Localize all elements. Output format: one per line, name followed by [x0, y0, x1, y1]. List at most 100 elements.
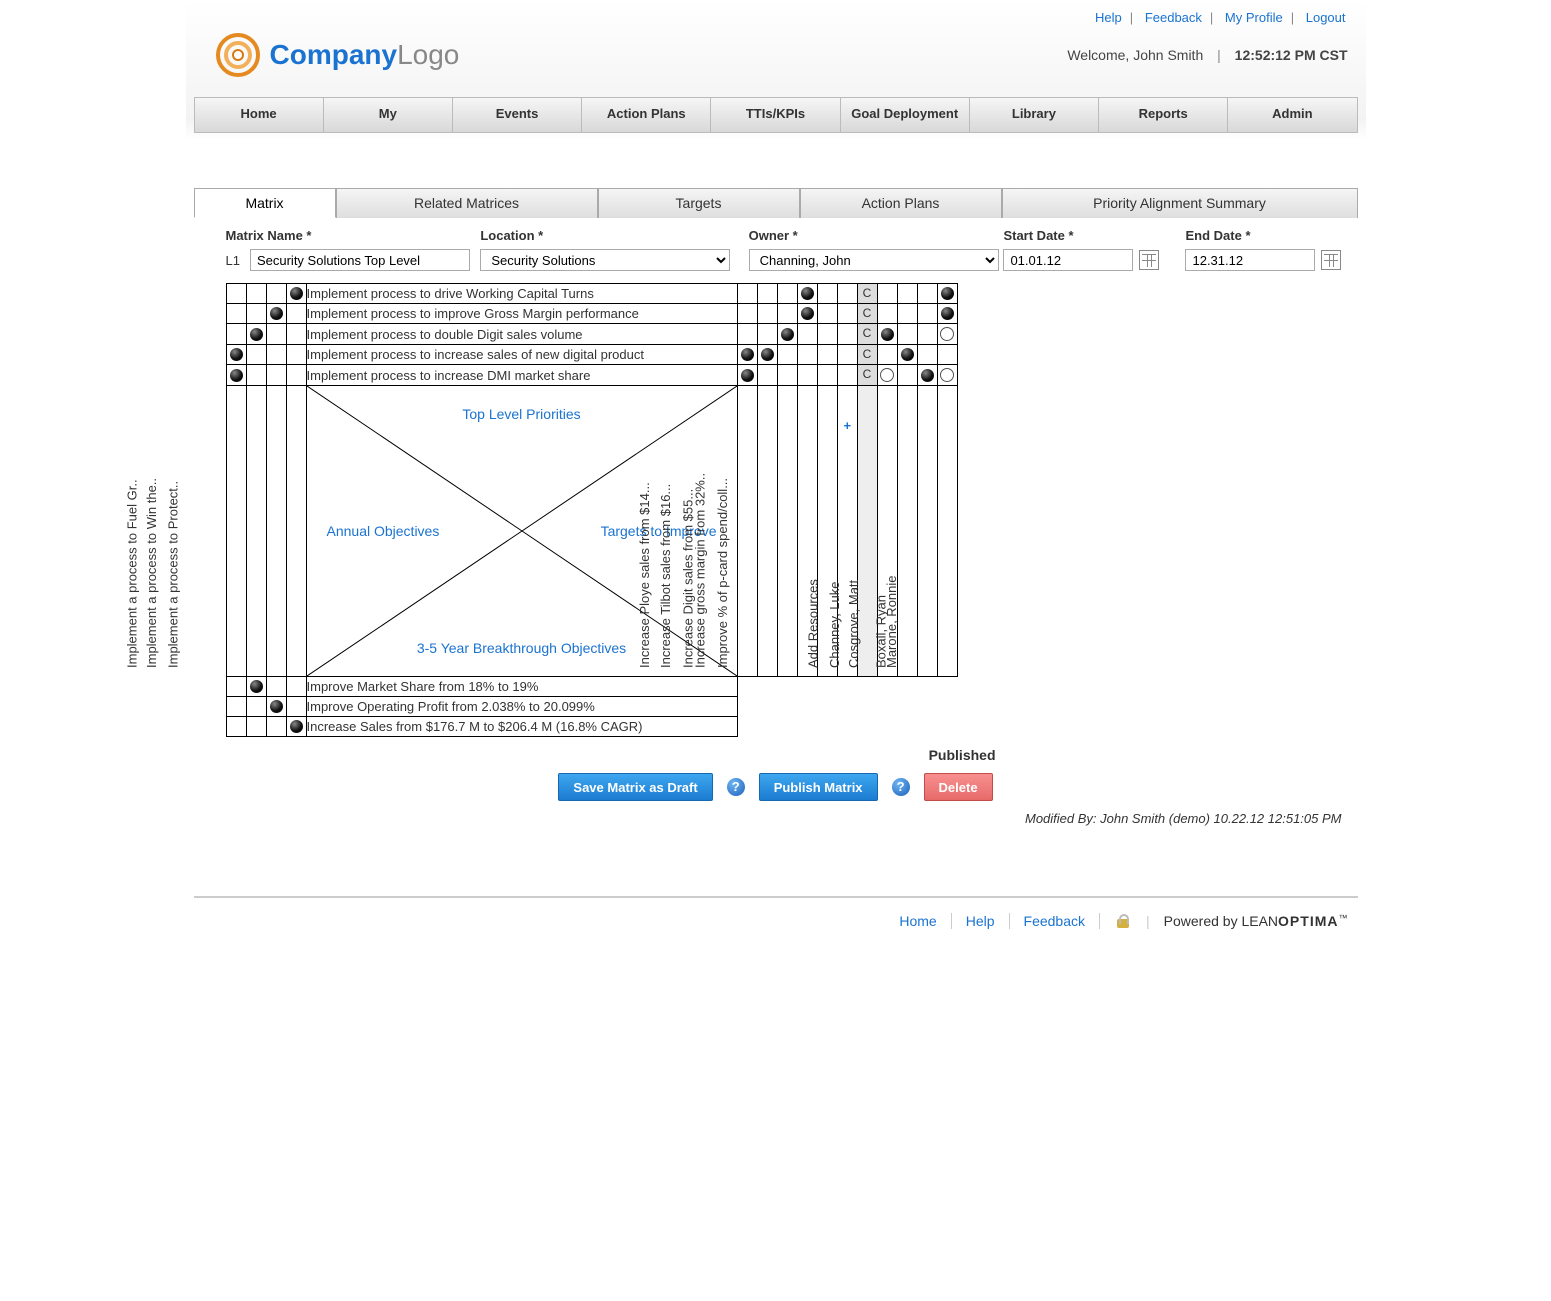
correlation-dot[interactable]	[801, 307, 814, 320]
left-process[interactable]: Implement a process to Protect..	[165, 481, 180, 672]
correlation-dot[interactable]	[290, 720, 303, 733]
nav-ttis-kpis[interactable]: TTIs/KPIs	[711, 98, 840, 132]
save-draft-button[interactable]: Save Matrix as Draft	[558, 773, 712, 801]
nav-my[interactable]: My	[324, 98, 453, 132]
logo-text-2: Logo	[397, 39, 459, 70]
start-date-input[interactable]	[1003, 249, 1133, 271]
publish-button[interactable]: Publish Matrix	[759, 773, 878, 801]
target-column[interactable]: Increase Tilbot sales from $16...	[658, 484, 673, 672]
correlation-dot[interactable]	[781, 328, 794, 341]
help-icon[interactable]: ?	[892, 778, 910, 796]
level-indicator: L1	[226, 253, 240, 268]
center-top: Top Level Priorities	[462, 406, 580, 422]
footer-home[interactable]: Home	[899, 913, 951, 929]
footer-help[interactable]: Help	[966, 913, 1010, 929]
left-process[interactable]: Implement a process to Win the..	[144, 478, 159, 672]
main-nav: Home My Events Action Plans TTIs/KPIs Go…	[194, 97, 1358, 133]
priority-row-text[interactable]: Implement process to drive Working Capit…	[307, 286, 594, 301]
nav-events[interactable]: Events	[453, 98, 582, 132]
correlation-dot[interactable]	[270, 700, 283, 713]
center-left: Annual Objectives	[327, 523, 440, 539]
c-badge: C	[858, 324, 877, 344]
priority-row-text[interactable]: Implement process to double Digit sales …	[307, 327, 583, 342]
modified-by-label: Modified By: John Smith (demo) 10.22.12 …	[186, 807, 1366, 856]
priority-row-text[interactable]: Implement process to increase DMI market…	[307, 368, 591, 383]
target-column[interactable]: Improve % of p-card spend/coll...	[715, 478, 730, 672]
x-matrix: Implement process to drive Working Capit…	[226, 283, 958, 737]
nav-admin[interactable]: Admin	[1228, 98, 1356, 132]
resource-column[interactable]: Marone, Ronnie	[884, 576, 899, 673]
c-badge: C	[858, 304, 877, 323]
priority-row-text[interactable]: Implement process to increase sales of n…	[307, 347, 644, 362]
help-icon[interactable]: ?	[727, 778, 745, 796]
tab-action-plans[interactable]: Action Plans	[800, 188, 1002, 218]
nav-home[interactable]: Home	[195, 98, 324, 132]
correlation-dot[interactable]	[250, 328, 263, 341]
label-end-date: End Date *	[1185, 228, 1341, 243]
correlation-dot[interactable]	[941, 307, 954, 320]
correlation-dot[interactable]	[230, 348, 243, 361]
breakthrough-row-text[interactable]: Improve Operating Profit from 2.038% to …	[307, 699, 595, 714]
lock-icon	[1114, 912, 1132, 930]
correlation-dot[interactable]	[921, 369, 934, 382]
tab-matrix[interactable]: Matrix	[194, 188, 336, 218]
nav-goal-deployment[interactable]: Goal Deployment	[841, 98, 970, 132]
footer-feedback[interactable]: Feedback	[1024, 913, 1100, 929]
logo-text-1: Company	[270, 39, 398, 70]
owner-select[interactable]: Channing, John	[749, 249, 999, 271]
tab-priority-alignment[interactable]: Priority Alignment Summary	[1002, 188, 1358, 218]
correlation-dot[interactable]	[741, 348, 754, 361]
matrix-name-input[interactable]	[250, 249, 470, 271]
nav-reports[interactable]: Reports	[1099, 98, 1228, 132]
clock: 12:52:12 PM CST	[1235, 47, 1348, 63]
target-column[interactable]: Increase Ploye sales from $14...	[637, 482, 652, 672]
calendar-icon[interactable]	[1321, 250, 1341, 270]
powered-by: Powered by LEANOPTIMA™	[1164, 913, 1348, 929]
add-resources[interactable]: Add Resources	[806, 579, 821, 672]
calendar-icon[interactable]	[1139, 250, 1159, 270]
correlation-dot[interactable]	[901, 348, 914, 361]
resource-column[interactable]: Cosgrove, Matt	[846, 580, 861, 672]
nav-action-plans[interactable]: Action Plans	[582, 98, 711, 132]
label-matrix-name: Matrix Name *	[226, 228, 481, 243]
logo-icon	[216, 33, 260, 77]
correlation-dot[interactable]	[941, 287, 954, 300]
delete-button[interactable]: Delete	[924, 773, 993, 801]
correlation-dot[interactable]	[801, 287, 814, 300]
resource-column[interactable]: Channey, Luke	[827, 582, 842, 673]
correlation-dot[interactable]	[741, 369, 754, 382]
correlation-hollow[interactable]	[880, 368, 894, 382]
center-bottom: 3-5 Year Breakthrough Objectives	[417, 640, 626, 656]
welcome-prefix: Welcome,	[1067, 47, 1133, 63]
correlation-hollow[interactable]	[940, 368, 954, 382]
top-link-feedback[interactable]: Feedback	[1143, 10, 1204, 25]
top-link-my-profile[interactable]: My Profile	[1223, 10, 1285, 25]
c-badge: C	[858, 365, 877, 385]
correlation-dot[interactable]	[761, 348, 774, 361]
top-link-logout[interactable]: Logout	[1304, 10, 1348, 25]
end-date-input[interactable]	[1185, 249, 1315, 271]
left-process[interactable]: Implement a process to Fuel Gr..	[125, 479, 140, 672]
breakthrough-row-text[interactable]: Increase Sales from $176.7 M to $206.4 M…	[307, 719, 643, 734]
correlation-hollow[interactable]	[940, 327, 954, 341]
location-select[interactable]: Security Solutions	[480, 249, 730, 271]
breakthrough-row-text[interactable]: Improve Market Share from 18% to 19%	[307, 679, 539, 694]
label-owner: Owner *	[749, 228, 1004, 243]
c-badge: C	[858, 345, 877, 364]
correlation-dot[interactable]	[881, 328, 894, 341]
welcome-user: John Smith	[1133, 47, 1203, 63]
tab-related-matrices[interactable]: Related Matrices	[336, 188, 598, 218]
correlation-dot[interactable]	[270, 307, 283, 320]
add-icon[interactable]: +	[840, 416, 852, 435]
correlation-dot[interactable]	[250, 680, 263, 693]
tab-targets[interactable]: Targets	[598, 188, 800, 218]
correlation-dot[interactable]	[290, 287, 303, 300]
label-location: Location *	[480, 228, 748, 243]
target-column[interactable]: Increase gross margin from 32%..	[692, 473, 707, 672]
top-link-help[interactable]: Help	[1093, 10, 1124, 25]
correlation-dot[interactable]	[230, 369, 243, 382]
status-label: Published	[186, 741, 1366, 763]
priority-row-text[interactable]: Implement process to improve Gross Margi…	[307, 306, 639, 321]
c-badge: C	[858, 284, 877, 303]
nav-library[interactable]: Library	[970, 98, 1099, 132]
